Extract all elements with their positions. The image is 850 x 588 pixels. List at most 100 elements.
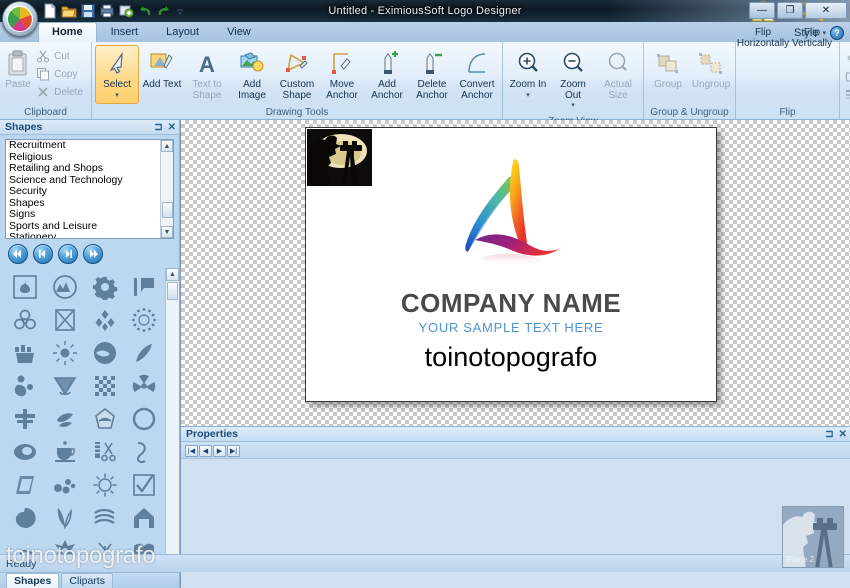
logo-mark-icon[interactable] — [431, 154, 591, 282]
previous-page-button[interactable] — [33, 244, 53, 264]
shield-crest-icon[interactable] — [88, 404, 122, 434]
funnel-icon[interactable] — [48, 371, 82, 401]
stroke-width-button[interactable]: Stroke Width ▾ — [843, 85, 850, 103]
category-item[interactable]: Retailing and Shops — [6, 163, 173, 175]
radial-burst-icon[interactable] — [127, 305, 161, 335]
category-item[interactable]: Signs — [6, 209, 173, 221]
export-icon[interactable] — [118, 3, 134, 19]
sun-circle-icon[interactable] — [88, 470, 122, 500]
sample-text[interactable]: YOUR SAMPLE TEXT HERE — [306, 320, 716, 335]
radiation-icon[interactable] — [127, 371, 161, 401]
tab-view[interactable]: View — [213, 22, 265, 42]
props-last-button[interactable]: ▶| — [227, 445, 240, 457]
hourglass-icon[interactable] — [48, 305, 82, 335]
add-text-button[interactable]: Add Text — [140, 45, 184, 94]
scroll-up-arrow-icon[interactable]: ▲ — [161, 140, 173, 152]
properties-close-icon[interactable]: ✕ — [839, 429, 847, 440]
four-diamonds-icon[interactable] — [88, 305, 122, 335]
leaf-sphere-icon[interactable] — [88, 338, 122, 368]
close-icon[interactable]: ✕ — [168, 122, 176, 133]
tab-cliparts[interactable]: Cliparts — [61, 573, 113, 588]
grid-scroll-thumb[interactable] — [167, 282, 178, 300]
select-caret-icon[interactable]: ▾ — [115, 91, 119, 102]
zoom-out-caret-icon[interactable]: ▾ — [571, 101, 575, 112]
app-menu-orb[interactable] — [2, 1, 38, 37]
shape-grid-scrollbar[interactable]: ▲ ▼ — [165, 268, 179, 572]
diamond-card-icon[interactable] — [8, 470, 42, 500]
copy-button[interactable]: Copy — [34, 65, 88, 83]
maximize-button[interactable]: ❐ — [777, 2, 803, 19]
zoom-in-button[interactable]: Zoom In ▾ — [506, 45, 550, 104]
first-page-button[interactable] — [8, 244, 28, 264]
fill-button[interactable]: Fill ▾ — [843, 49, 850, 67]
customize-qat-icon[interactable] — [175, 3, 185, 19]
splash-drop-icon[interactable] — [8, 371, 42, 401]
convert-anchor-button[interactable]: Convert Anchor — [455, 45, 499, 104]
brand-text[interactable]: toinotopografo — [306, 342, 716, 373]
text-to-shape-button[interactable]: A Text to Shape — [185, 45, 229, 104]
save-icon[interactable] — [80, 3, 96, 19]
canvas-area[interactable]: COMPANY NAME YOUR SAMPLE TEXT HERE toino… — [180, 120, 850, 426]
factory-icon[interactable] — [8, 338, 42, 368]
move-anchor-button[interactable]: Move Anchor — [320, 45, 364, 104]
comb-scissors-icon[interactable] — [88, 437, 122, 467]
paste-button[interactable]: Paste — [3, 45, 33, 94]
company-name-text[interactable]: COMPANY NAME — [306, 288, 716, 319]
stroke-button[interactable]: Stroke ▾ — [843, 67, 850, 85]
tab-insert[interactable]: Insert — [97, 22, 153, 42]
pin-icon[interactable]: ⊐ — [154, 122, 162, 133]
coffee-cup-icon[interactable] — [48, 437, 82, 467]
grass-sprout-icon[interactable] — [48, 503, 82, 533]
bubbles-icon[interactable] — [48, 470, 82, 500]
actual-size-button[interactable]: Actual Size — [596, 45, 640, 104]
category-item[interactable]: Security — [6, 186, 173, 198]
custom-shape-button[interactable]: Custom Shape — [275, 45, 319, 104]
add-image-button[interactable]: Add Image — [230, 45, 274, 104]
print-icon[interactable] — [99, 3, 115, 19]
props-next-button[interactable]: ▶ — [213, 445, 226, 457]
biohazard-icon[interactable] — [8, 305, 42, 335]
checkerboard-icon[interactable] — [88, 371, 122, 401]
delete-anchor-button[interactable]: Delete Anchor — [410, 45, 454, 104]
sun-rays-icon[interactable] — [48, 338, 82, 368]
scroll-down-arrow-icon[interactable]: ▼ — [161, 226, 173, 238]
spiral-swirl-icon[interactable] — [8, 503, 42, 533]
properties-pin-icon[interactable]: ⊐ — [825, 429, 833, 440]
select-tool-button[interactable]: Select ▾ — [95, 45, 139, 104]
category-item[interactable]: Stationery — [6, 232, 173, 239]
minimize-button[interactable]: — — [749, 2, 775, 19]
shape-category-list[interactable]: Recruitment Religious Retailing and Shop… — [5, 139, 174, 239]
add-anchor-button[interactable]: Add Anchor — [365, 45, 409, 104]
surveyor-silhouette-photo[interactable] — [307, 129, 372, 186]
arch-gate-icon[interactable] — [127, 503, 161, 533]
category-item[interactable]: Recruitment — [6, 140, 173, 152]
crescent-circle-icon[interactable] — [127, 404, 161, 434]
oval-swirl-icon[interactable] — [8, 437, 42, 467]
grid-scroll-up-icon[interactable]: ▲ — [166, 268, 179, 281]
mountain-circle-icon[interactable] — [48, 272, 82, 302]
new-document-icon[interactable] — [42, 3, 58, 19]
tab-shapes[interactable]: Shapes — [6, 573, 59, 588]
check-box-icon[interactable] — [127, 470, 161, 500]
props-first-button[interactable]: |◀ — [185, 445, 198, 457]
zoom-in-caret-icon[interactable]: ▾ — [526, 91, 530, 102]
open-folder-icon[interactable] — [61, 3, 77, 19]
redo-icon[interactable] — [156, 3, 172, 19]
ungroup-button[interactable]: Ungroup — [690, 45, 732, 94]
last-page-button[interactable] — [83, 244, 103, 264]
cut-button[interactable]: Cut — [34, 47, 88, 65]
pear-in-frame-icon[interactable] — [8, 272, 42, 302]
tab-home[interactable]: Home — [38, 22, 97, 42]
koi-fish-icon[interactable] — [48, 404, 82, 434]
next-page-button[interactable] — [58, 244, 78, 264]
caduceus-icon[interactable] — [8, 404, 42, 434]
props-prev-button[interactable]: ◀ — [199, 445, 212, 457]
delete-button[interactable]: Delete — [34, 83, 88, 101]
undo-icon[interactable] — [137, 3, 153, 19]
design-page[interactable]: COMPANY NAME YOUR SAMPLE TEXT HERE toino… — [305, 127, 717, 402]
close-button[interactable]: ✕ — [805, 2, 847, 19]
pen-banner-icon[interactable] — [127, 272, 161, 302]
group-button[interactable]: Group — [647, 45, 689, 94]
gear-icon[interactable] — [88, 272, 122, 302]
tab-layout[interactable]: Layout — [152, 22, 213, 42]
